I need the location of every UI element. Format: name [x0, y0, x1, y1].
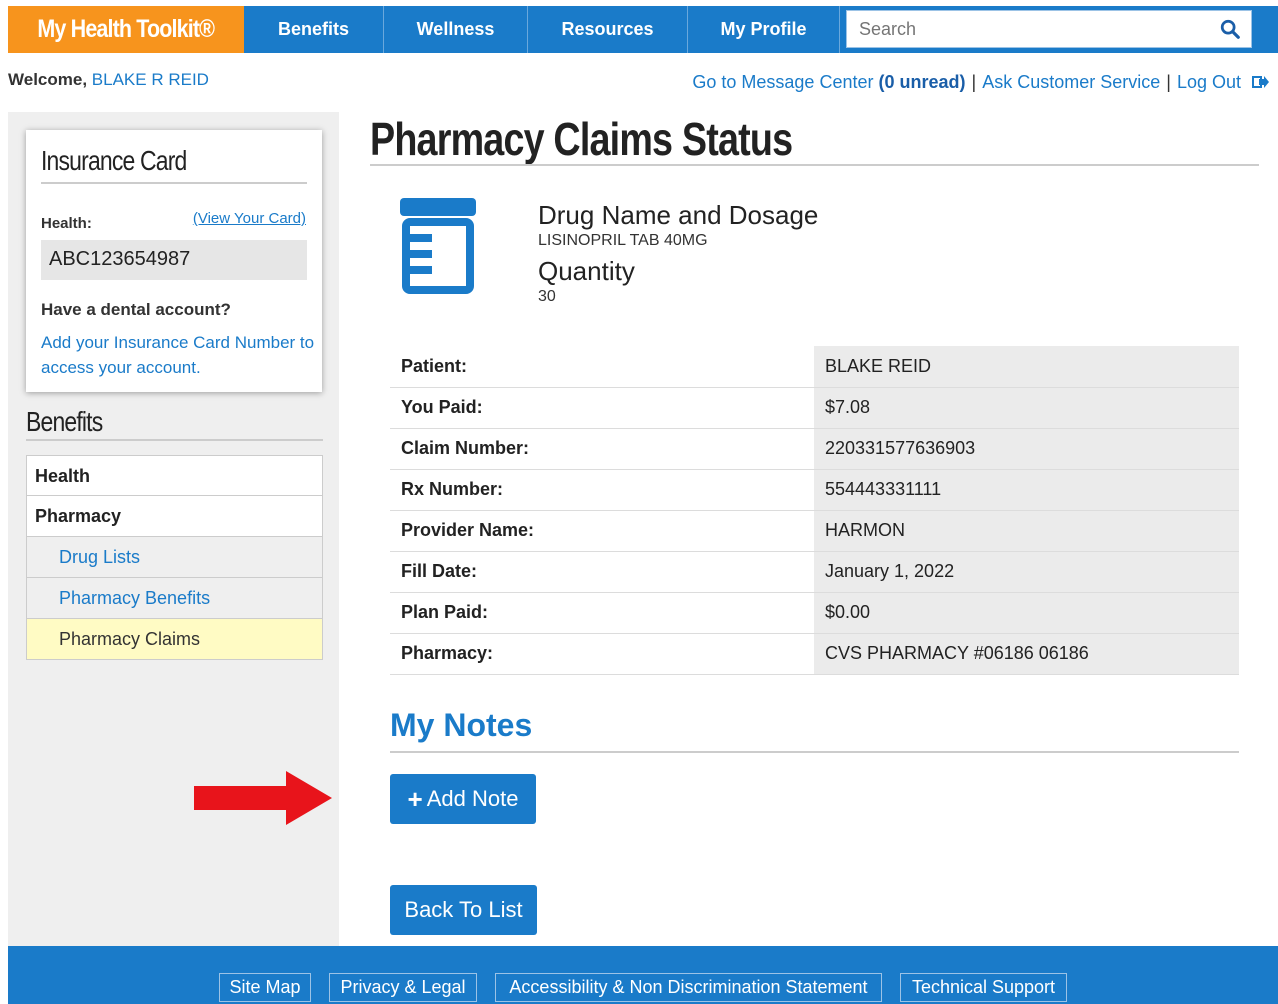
quantity-label: Quantity: [538, 256, 635, 286]
table-row: Fill Date: January 1, 2022: [390, 551, 1239, 593]
nav-resources[interactable]: Resources: [528, 6, 688, 53]
dental-question: Have a dental account?: [41, 300, 231, 319]
add-note-label: Add Note: [426, 786, 519, 811]
footer-privacy-legal-link[interactable]: Privacy & Legal: [329, 973, 477, 1002]
footer-site-map-link[interactable]: Site Map: [219, 973, 311, 1002]
insurance-card-panel: Insurance Card Health: (View Your Card) …: [26, 130, 322, 392]
quantity-value: 30: [538, 288, 556, 305]
sidebar-item-drug-lists[interactable]: Drug Lists: [26, 537, 323, 578]
logout-link[interactable]: Log Out: [1177, 72, 1270, 93]
add-dental-card-link[interactable]: Add your Insurance Card Number to access…: [41, 330, 316, 380]
member-id: ABC123654987: [41, 240, 307, 280]
header-links: Go to Message Center (0 unread) | Ask Cu…: [692, 72, 1270, 93]
benefits-menu: Health Pharmacy Drug Lists Pharmacy Bene…: [26, 455, 323, 660]
nav-my-profile[interactable]: My Profile: [688, 6, 840, 53]
table-row: Plan Paid: $0.00: [390, 592, 1239, 634]
table-row: You Paid: $7.08: [390, 387, 1239, 429]
table-row: Pharmacy: CVS PHARMACY #06186 06186: [390, 633, 1239, 675]
logout-icon: [1252, 76, 1269, 88]
top-bar: My Health Toolkit® Benefits Wellness Res…: [0, 0, 1278, 54]
table-row: Provider Name: HARMON: [390, 510, 1239, 552]
search-input[interactable]: [847, 11, 1197, 47]
nav-benefits[interactable]: Benefits: [244, 6, 384, 53]
divider: [26, 439, 323, 441]
sidebar-item-pharmacy-benefits[interactable]: Pharmacy Benefits: [26, 578, 323, 619]
benefits-menu-title: Benefits: [26, 406, 103, 437]
search-box: [846, 10, 1252, 48]
divider: [41, 182, 307, 184]
user-name-link[interactable]: BLAKE R REID: [92, 70, 209, 89]
row-value: $7.08: [814, 387, 1239, 429]
row-value: CVS PHARMACY #06186 06186: [814, 633, 1239, 675]
row-label: Claim Number:: [390, 428, 814, 470]
row-label: You Paid:: [390, 387, 814, 429]
health-label: Health:: [41, 215, 92, 232]
row-label: Provider Name:: [390, 510, 814, 552]
red-arrow-icon: [194, 771, 332, 825]
plus-icon: +: [407, 783, 423, 814]
view-card-link[interactable]: (View Your Card): [193, 210, 306, 227]
separator: |: [1166, 72, 1171, 92]
sidebar-item-pharmacy-claims[interactable]: Pharmacy Claims: [26, 619, 323, 660]
footer-technical-support-link[interactable]: Technical Support: [900, 973, 1067, 1002]
nav-wellness[interactable]: Wellness: [384, 6, 528, 53]
sidebar-item-health[interactable]: Health: [26, 455, 323, 496]
table-row: Rx Number: 554443331111: [390, 469, 1239, 511]
row-value: HARMON: [814, 510, 1239, 552]
divider: [390, 751, 1239, 753]
divider: [370, 164, 1259, 166]
drug-name-value: LISINOPRIL TAB 40MG: [538, 232, 708, 249]
row-label: Plan Paid:: [390, 592, 814, 634]
insurance-card-title: Insurance Card: [41, 145, 187, 176]
row-value: 554443331111: [814, 469, 1239, 511]
pill-bottle-icon: [400, 198, 476, 294]
row-label: Fill Date:: [390, 551, 814, 593]
row-value: $0.00: [814, 592, 1239, 634]
unread-count: (0 unread): [878, 72, 966, 92]
footer-accessibility-link[interactable]: Accessibility & Non Discrimination State…: [495, 973, 882, 1002]
search-icon[interactable]: [1219, 18, 1241, 40]
welcome-text: Welcome, BLAKE R REID: [8, 70, 209, 90]
add-note-button[interactable]: + Add Note: [390, 774, 536, 824]
row-label: Rx Number:: [390, 469, 814, 511]
welcome-label: Welcome,: [8, 70, 88, 89]
footer: Site Map Privacy & Legal Accessibility &…: [8, 946, 1278, 1004]
my-notes-title: My Notes: [390, 707, 533, 743]
page-title: Pharmacy Claims Status: [370, 113, 793, 165]
sidebar-item-pharmacy[interactable]: Pharmacy: [26, 496, 323, 537]
message-center-link[interactable]: Go to Message Center (0 unread): [692, 72, 965, 93]
row-label: Patient:: [390, 346, 814, 388]
row-value: January 1, 2022: [814, 551, 1239, 593]
row-value: BLAKE REID: [814, 346, 1239, 388]
drug-name-label: Drug Name and Dosage: [538, 200, 819, 230]
row-label: Pharmacy:: [390, 633, 814, 675]
claim-details-table: Patient: BLAKE REID You Paid: $7.08 Claim …: [390, 346, 1239, 675]
back-to-list-button[interactable]: Back To List: [390, 885, 537, 935]
table-row: Claim Number: 220331577636903: [390, 428, 1239, 470]
ask-customer-service-link[interactable]: Ask Customer Service: [982, 72, 1160, 93]
brand-logo[interactable]: My Health Toolkit®: [8, 6, 244, 53]
row-value: 220331577636903: [814, 428, 1239, 470]
separator: |: [971, 72, 977, 92]
table-row: Patient: BLAKE REID: [390, 346, 1239, 388]
